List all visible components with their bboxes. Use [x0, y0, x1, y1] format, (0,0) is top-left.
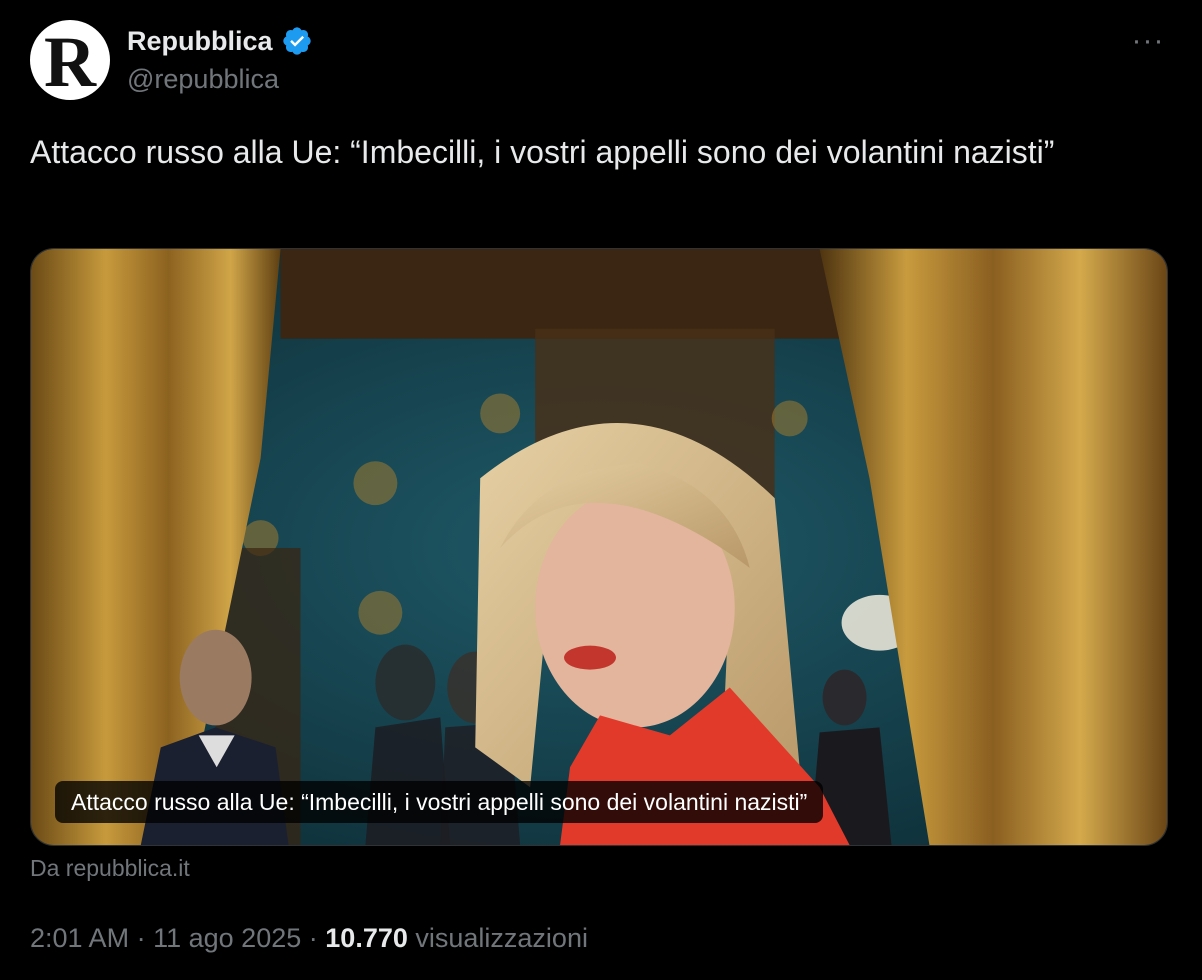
metadata-separator: ·: [308, 923, 318, 953]
article-photo: [31, 249, 1167, 845]
tweet-date[interactable]: 11 ago 2025: [153, 923, 301, 953]
tweet-text: Attacco russo alla Ue: “Imbecilli, i vos…: [30, 134, 1055, 170]
verified-badge-icon: [282, 27, 311, 55]
card-caption: Attacco russo alla Ue: “Imbecilli, i vos…: [55, 781, 824, 823]
tweet-time[interactable]: 2:01 AM: [30, 923, 129, 953]
account-handle[interactable]: @repubblica: [127, 64, 279, 95]
more-options-button[interactable]: ···: [1128, 24, 1168, 57]
metadata-separator: ·: [136, 923, 146, 953]
more-options-icon: ···: [1131, 24, 1165, 57]
views-label: visualizzazioni: [415, 923, 588, 953]
link-preview-card[interactable]: Attacco russo alla Ue: “Imbecilli, i vos…: [30, 248, 1168, 846]
views-count: 10.770: [325, 923, 408, 953]
account-name-row: Repubblica: [127, 24, 313, 58]
repubblica-logo: R: [44, 22, 96, 102]
tweet-metadata: 2:01 AM · 11 ago 2025 · 10.770 visualizz…: [30, 923, 588, 954]
source-domain-link[interactable]: Da repubblica.it: [30, 855, 190, 882]
account-avatar[interactable]: R: [30, 20, 110, 100]
account-display-name[interactable]: Repubblica: [127, 26, 273, 57]
